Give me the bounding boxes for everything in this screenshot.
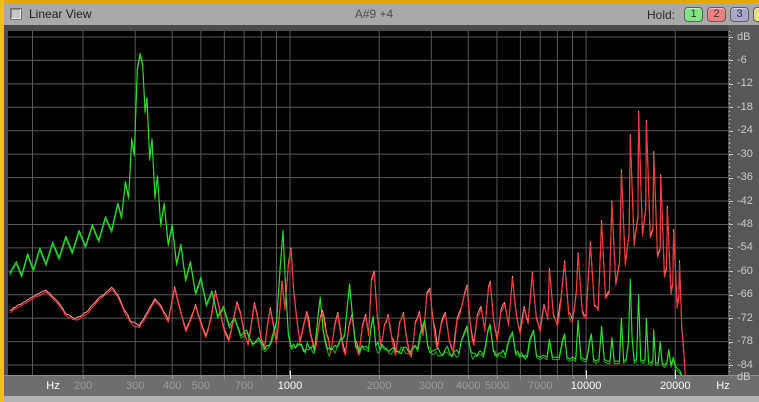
window-left-border xyxy=(0,0,4,402)
hold-label: Hold: xyxy=(647,8,675,22)
db-label: -30 xyxy=(737,148,753,160)
freq-tick xyxy=(540,375,541,379)
db-tick xyxy=(729,154,733,155)
db-tick xyxy=(729,178,733,179)
db-tick xyxy=(729,295,733,296)
db-minor-tick xyxy=(729,330,731,331)
db-minor-tick xyxy=(729,96,731,97)
db-minor-tick xyxy=(729,353,731,354)
freq-tick xyxy=(135,375,136,379)
toolbar: Linear View A#9 +4 Hold: 1 2 3 4 xyxy=(4,3,759,25)
freq-label: 20000 xyxy=(651,380,699,392)
spectrum-plot[interactable] xyxy=(8,31,728,375)
db-tick xyxy=(729,342,733,343)
note-display: A#9 +4 xyxy=(4,7,744,21)
db-label: -36 xyxy=(737,171,753,183)
green-hold-trace xyxy=(10,56,684,375)
db-tick xyxy=(729,271,733,272)
db-label: dB xyxy=(737,31,750,43)
db-minor-tick xyxy=(729,213,731,214)
db-label: -42 xyxy=(737,195,753,207)
freq-tick xyxy=(468,375,469,379)
db-minor-tick xyxy=(729,142,731,143)
db-tick xyxy=(729,107,733,108)
freq-tick xyxy=(431,375,432,379)
freq-minor-tick xyxy=(573,375,574,379)
db-tick xyxy=(729,224,733,225)
db-minor-tick xyxy=(729,306,731,307)
hold-controls: Hold: 1 2 3 4 xyxy=(647,7,759,22)
freq-tick xyxy=(83,375,84,379)
db-minor-tick xyxy=(729,72,731,73)
freq-label: 2000 xyxy=(355,380,403,392)
db-label: -66 xyxy=(737,288,753,300)
db-minor-tick xyxy=(729,166,731,167)
freq-label: 200 xyxy=(59,380,107,392)
hold-button-1[interactable]: 1 xyxy=(684,7,703,22)
freq-minor-tick xyxy=(520,375,521,379)
window-bottom-edge xyxy=(4,396,759,402)
freq-label: 5000 xyxy=(473,380,521,392)
db-tick xyxy=(729,318,733,319)
window-top-border xyxy=(0,0,759,3)
hz-unit-right: Hz xyxy=(713,380,733,392)
db-tick xyxy=(729,365,733,366)
freq-label: 700 xyxy=(220,380,268,392)
hold-button-2[interactable]: 2 xyxy=(707,7,726,22)
green-trace xyxy=(10,53,684,375)
db-label: -78 xyxy=(737,335,753,347)
freq-tick xyxy=(379,375,380,379)
db-label: -24 xyxy=(737,124,753,136)
db-label: -12 xyxy=(737,77,753,89)
freq-tick xyxy=(244,375,245,379)
db-label: -60 xyxy=(737,265,753,277)
freq-minor-tick xyxy=(224,375,225,379)
spectrum-analyzer-window: Linear View A#9 +4 Hold: 1 2 3 4 dB -6 -12… xyxy=(0,0,759,402)
freq-label: 1000 xyxy=(266,380,314,392)
freq-tick xyxy=(290,371,291,379)
freq-minor-tick xyxy=(261,375,262,379)
freq-tick xyxy=(586,371,587,379)
freq-tick xyxy=(172,375,173,379)
hold-button-4[interactable]: 4 xyxy=(753,7,759,22)
db-label: -6 xyxy=(737,54,747,66)
freq-tick xyxy=(675,371,676,379)
hz-unit-left: Hz xyxy=(43,380,63,392)
db-label: -48 xyxy=(737,218,753,230)
hold-button-3[interactable]: 3 xyxy=(730,7,749,22)
freq-label: 10000 xyxy=(562,380,610,392)
db-tick xyxy=(729,37,733,38)
freq-minor-tick xyxy=(557,375,558,379)
db-label: dB xyxy=(737,371,750,383)
db-axis-dotted-line xyxy=(729,31,730,375)
freq-label: 500 xyxy=(177,380,225,392)
db-minor-tick xyxy=(729,119,731,120)
db-tick xyxy=(729,248,733,249)
db-minor-tick xyxy=(729,49,731,50)
freq-minor-tick xyxy=(276,375,277,379)
db-minor-tick xyxy=(729,236,731,237)
freq-label: 7000 xyxy=(516,380,564,392)
db-tick xyxy=(729,60,733,61)
db-label: -54 xyxy=(737,241,753,253)
db-minor-tick xyxy=(729,283,731,284)
db-minor-tick xyxy=(729,189,731,190)
red-trace xyxy=(10,113,686,375)
db-label: -18 xyxy=(737,101,753,113)
db-tick xyxy=(729,201,733,202)
db-minor-tick xyxy=(729,260,731,261)
db-tick xyxy=(729,131,733,132)
db-tick xyxy=(729,84,733,85)
freq-tick xyxy=(497,375,498,379)
db-label: -72 xyxy=(737,312,753,324)
db-label: -84 xyxy=(737,359,753,371)
freq-tick xyxy=(201,375,202,379)
